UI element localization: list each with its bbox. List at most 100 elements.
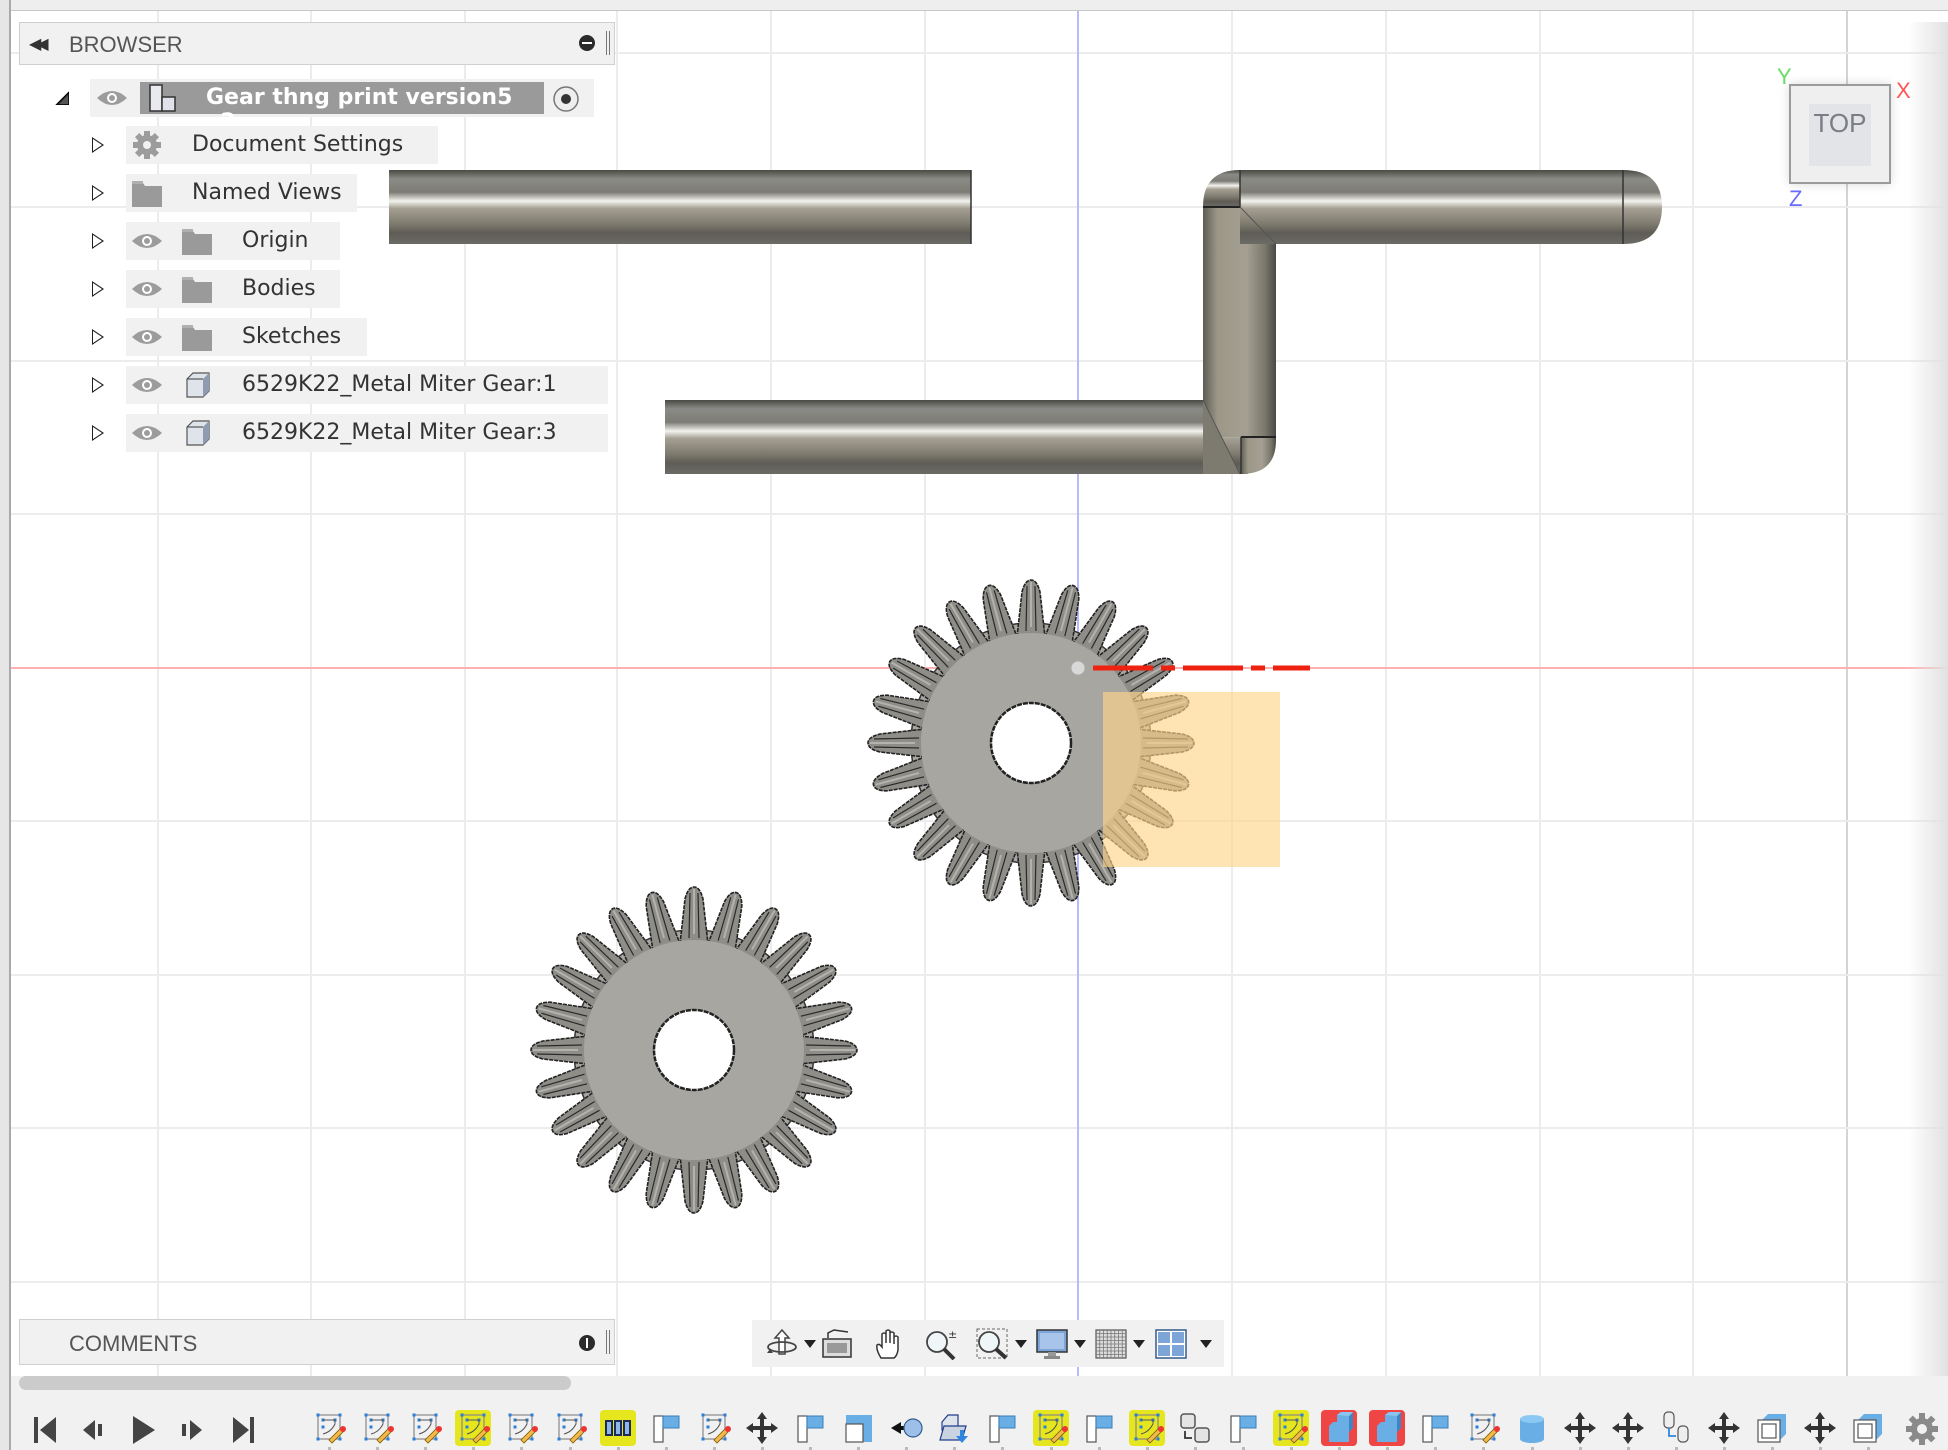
browser-item-sketches[interactable]: Sketches (0, 318, 620, 356)
grid-dropdown-icon[interactable] (1133, 1340, 1145, 1348)
go-to-end-icon[interactable] (229, 1414, 259, 1444)
timeline-feature-joint-origin[interactable] (888, 1410, 924, 1446)
browser-item-origin[interactable]: Origin (0, 222, 620, 260)
gear-bore-hole (989, 701, 1073, 785)
timeline-feature-sketch[interactable] (1465, 1410, 1501, 1446)
collapse-panel-icon[interactable]: ◀◀ (29, 34, 48, 53)
browser-item-named-views[interactable]: Named Views (0, 174, 620, 212)
pan-hand-icon[interactable] (872, 1328, 906, 1360)
timeline-feature-sketch[interactable] (552, 1410, 588, 1446)
add-comment-icon[interactable] (579, 1335, 595, 1351)
sketch-icon (557, 1413, 587, 1444)
viewcube[interactable]: TOP (1789, 84, 1891, 184)
zoom-window-icon[interactable] (976, 1328, 1010, 1360)
box-icon (1377, 1412, 1401, 1442)
cylinder-icon (1520, 1415, 1544, 1443)
timeline-feature-extrude[interactable] (984, 1410, 1020, 1446)
timeline-feature-box[interactable] (1369, 1410, 1405, 1446)
browser-item-document-settings[interactable]: Document Settings (0, 126, 620, 164)
browser-item-6529k22-metal-miter-gear-3[interactable]: 6529K22_Metal Miter Gear:3 (0, 414, 620, 452)
timeline-scrollbar[interactable] (19, 1376, 571, 1390)
browser-item-6529k22-metal-miter-gear-1[interactable]: 6529K22_Metal Miter Gear:1 (0, 366, 620, 404)
timeline-feature-sketch[interactable] (1273, 1410, 1309, 1446)
browser-item-label: 6529K22_Metal Miter Gear:1 (242, 372, 557, 397)
go-to-start-icon[interactable] (31, 1414, 61, 1444)
viewports-icon[interactable] (1154, 1328, 1188, 1360)
timeline-feature-shell[interactable] (1850, 1410, 1886, 1446)
browser-pin-icon[interactable] (579, 35, 595, 51)
play-icon[interactable] (129, 1414, 159, 1444)
timeline-feature-move[interactable] (1562, 1410, 1598, 1446)
gear-tooth (1016, 848, 1046, 907)
browser-panel-header[interactable]: ◀◀ BROWSER (19, 22, 615, 65)
collapse-triangle-icon[interactable] (55, 91, 69, 105)
timeline-feature-extrude-solid[interactable] (840, 1410, 876, 1446)
step-back-icon[interactable] (79, 1414, 109, 1444)
browser-resize-grip[interactable] (606, 31, 610, 55)
visibility-eye-icon[interactable] (131, 423, 163, 443)
timeline-feature-cylinder[interactable] (1514, 1410, 1550, 1446)
expand-triangle-icon[interactable] (92, 137, 104, 153)
visibility-eye-icon[interactable] (131, 231, 163, 251)
timeline-feature-move[interactable] (744, 1410, 780, 1446)
look-at-icon[interactable] (820, 1328, 854, 1360)
timeline-feature-sketch[interactable] (1033, 1410, 1069, 1446)
timeline-feature-extrude[interactable] (1225, 1410, 1261, 1446)
timeline-feature-move[interactable] (1706, 1410, 1742, 1446)
timeline-feature-move[interactable] (1610, 1410, 1646, 1446)
timeline-feature-extrude[interactable] (1081, 1410, 1117, 1446)
orbit-dropdown-icon[interactable] (804, 1340, 816, 1348)
step-forward-icon[interactable] (178, 1414, 208, 1444)
visibility-eye-icon[interactable] (131, 375, 163, 395)
zoom-dropdown-icon[interactable] (1015, 1340, 1027, 1348)
visibility-eye-icon[interactable] (131, 279, 163, 299)
grid-snaps-icon[interactable] (1094, 1328, 1128, 1360)
shell-icon (1757, 1414, 1786, 1443)
timeline-feature-sketch[interactable] (1129, 1410, 1165, 1446)
timeline-feature-sketch[interactable] (503, 1410, 539, 1446)
timeline-settings-gear-icon[interactable] (1905, 1412, 1939, 1446)
timeline-feature-sketch[interactable] (455, 1410, 491, 1446)
timeline-feature-extrude[interactable] (792, 1410, 828, 1446)
timeline-feature-sketch[interactable] (359, 1410, 395, 1446)
timeline-feature-extrude[interactable] (648, 1410, 684, 1446)
expand-triangle-icon[interactable] (92, 377, 104, 393)
expand-triangle-icon[interactable] (92, 425, 104, 441)
expand-triangle-icon[interactable] (92, 233, 104, 249)
orbit-icon[interactable] (765, 1328, 799, 1360)
timeline-feature-sketch[interactable] (407, 1410, 443, 1446)
visibility-eye-icon[interactable] (131, 327, 163, 347)
folder-icon (182, 277, 212, 303)
timeline-feature-shell[interactable] (1754, 1410, 1790, 1446)
expand-triangle-icon[interactable] (92, 281, 104, 297)
canvas-viewport[interactable] (11, 11, 1948, 1376)
timeline-feature-sketch[interactable] (311, 1410, 347, 1446)
activate-radio-icon[interactable] (552, 85, 580, 113)
zoom-icon[interactable]: ± (924, 1328, 958, 1360)
miter-gear-3[interactable] (530, 886, 858, 1214)
browser-item-bodies[interactable]: Bodies (0, 270, 620, 308)
viewports-dropdown-icon[interactable] (1200, 1340, 1212, 1348)
timeline-feature-insert[interactable] (936, 1410, 972, 1446)
timeline-feature-extrude[interactable] (1417, 1410, 1453, 1446)
comments-resize-grip[interactable] (606, 1330, 610, 1354)
root-component-label[interactable]: Gear thng print version5 v2 (140, 82, 544, 135)
timeline-feature-pattern[interactable] (600, 1410, 636, 1446)
display-settings-dropdown-icon[interactable] (1074, 1340, 1086, 1348)
timeline-feature-move[interactable] (1802, 1410, 1838, 1446)
timeline-feature-component[interactable] (1177, 1410, 1213, 1446)
sketch-icon (508, 1413, 538, 1444)
display-settings-icon[interactable] (1035, 1328, 1069, 1360)
timeline-feature-rigid-group[interactable] (1658, 1410, 1694, 1446)
timeline-feature-sketch[interactable] (696, 1410, 732, 1446)
visibility-eye-icon[interactable] (96, 88, 128, 108)
origin-point[interactable] (1070, 660, 1086, 676)
expand-triangle-icon[interactable] (92, 185, 104, 201)
expand-triangle-icon[interactable] (92, 329, 104, 345)
comments-panel-header[interactable]: COMMENTS (19, 1319, 615, 1365)
timeline-feature-box[interactable] (1321, 1410, 1357, 1446)
gear-tooth (867, 728, 926, 758)
browser-root-row[interactable]: Gear thng print version5 v2 (0, 79, 620, 135)
scene-svg[interactable] (11, 11, 1948, 1376)
gear-tooth (530, 1035, 589, 1065)
